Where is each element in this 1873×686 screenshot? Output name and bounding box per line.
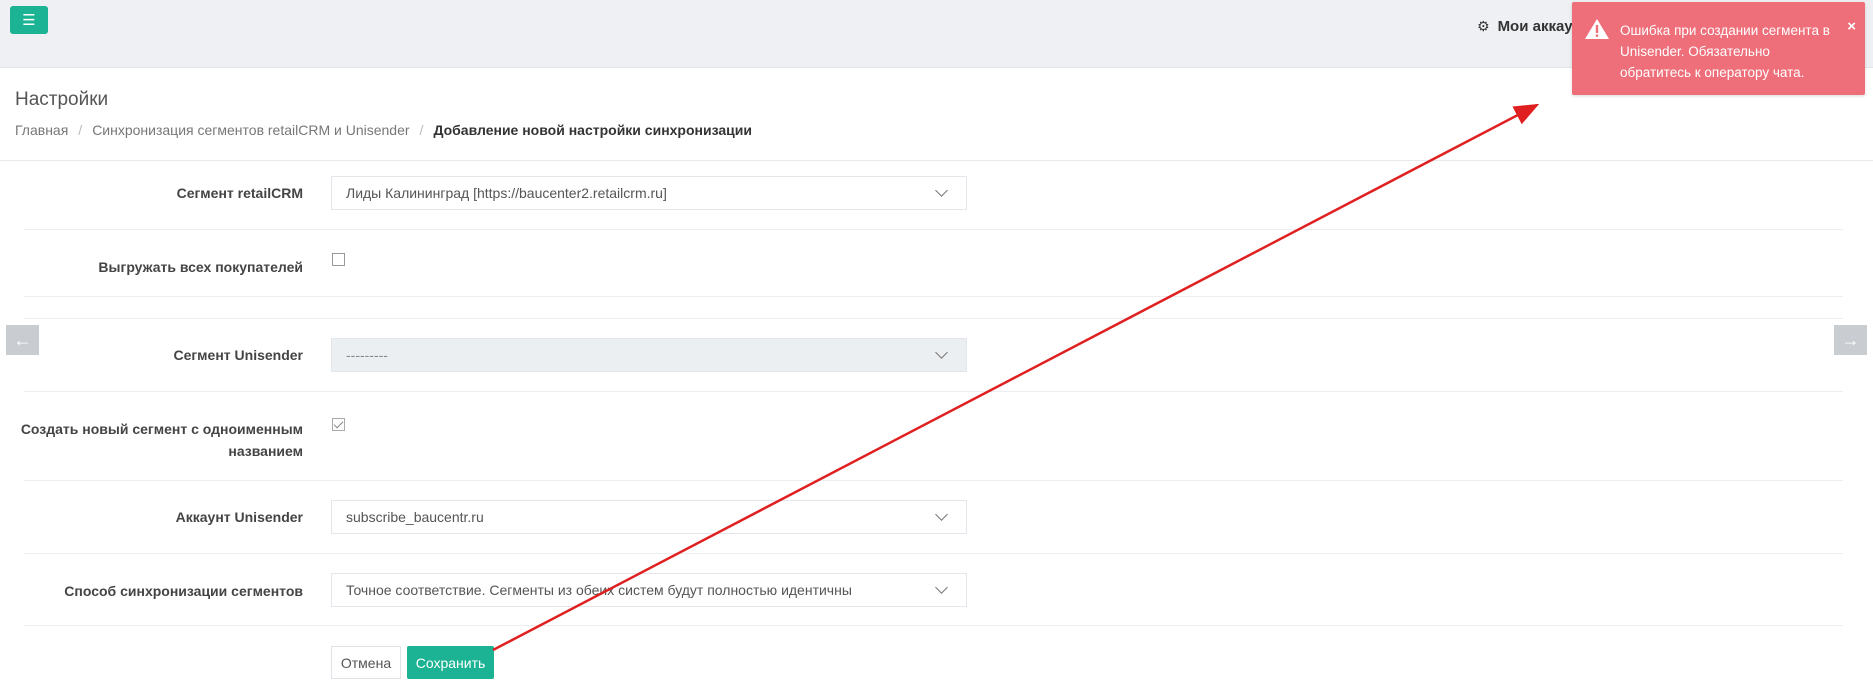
breadcrumb-home[interactable]: Главная xyxy=(15,122,68,138)
create-new-segment-checkbox[interactable] xyxy=(332,418,345,431)
gears-icon: ⚙ xyxy=(1477,18,1490,34)
account-unisender-value: subscribe_baucentr.ru xyxy=(346,509,484,525)
arrow-left-icon: ← xyxy=(13,329,32,350)
breadcrumb-separator: / xyxy=(419,122,424,138)
page-title: Настройки xyxy=(15,89,109,110)
create-new-segment-label-line1: Создать новый сегмент с одноименным xyxy=(20,421,303,437)
breadcrumb: Главная / Синхронизация сегментов retail… xyxy=(15,122,752,138)
error-toast: Ошибка при создании сегмента в Unisender… xyxy=(1572,2,1865,95)
segment-retailcrm-select[interactable]: Лиды Калининград [https://baucenter2.ret… xyxy=(331,176,967,210)
export-all-label: Выгружать всех покупателей xyxy=(98,259,303,275)
chevron-down-icon xyxy=(935,346,948,359)
segment-unisender-label: Сегмент Unisender xyxy=(173,347,303,363)
page: ☰ ⚙ Мои аккау Настройки Главная / Синхро… xyxy=(0,0,1873,686)
sync-mode-value: Точное соответствие. Сегменты из обеих с… xyxy=(346,582,852,598)
divider xyxy=(0,160,1873,161)
toast-message: Ошибка при создании сегмента в Unisender… xyxy=(1620,20,1840,83)
chevron-down-icon xyxy=(935,581,948,594)
divider xyxy=(24,553,1843,554)
prev-button[interactable]: ← xyxy=(6,325,39,355)
create-new-segment-label-line2: названием xyxy=(228,443,303,459)
segment-retailcrm-label: Сегмент retailCRM xyxy=(176,185,303,201)
divider xyxy=(24,625,1843,626)
account-unisender-select[interactable]: subscribe_baucentr.ru xyxy=(331,500,967,534)
segment-unisender-select[interactable]: --------- xyxy=(331,338,967,372)
divider xyxy=(24,296,1843,297)
segment-retailcrm-value: Лиды Калининград [https://baucenter2.ret… xyxy=(346,185,667,201)
toast-message-line: Unisender. Обязательно xyxy=(1620,44,1770,59)
divider xyxy=(24,480,1843,481)
menu-button[interactable]: ☰ xyxy=(10,6,48,34)
export-all-checkbox[interactable] xyxy=(332,253,345,266)
breadcrumb-current: Добавление новой настройки синхронизации xyxy=(433,122,752,138)
account-unisender-label: Аккаунт Unisender xyxy=(175,509,303,525)
hamburger-icon: ☰ xyxy=(22,12,36,29)
next-button[interactable]: → xyxy=(1834,325,1867,355)
accounts-label: Мои аккау xyxy=(1497,18,1573,35)
save-button[interactable]: Сохранить xyxy=(407,646,494,679)
breadcrumb-separator: / xyxy=(78,122,83,138)
create-new-segment-label: Создать новый сегмент с одноименным назв… xyxy=(21,418,303,462)
chevron-down-icon xyxy=(935,184,948,197)
sync-mode-label: Способ синхронизации сегментов xyxy=(64,583,303,599)
chevron-down-icon xyxy=(935,508,948,521)
divider xyxy=(24,318,1843,319)
sync-mode-select[interactable]: Точное соответствие. Сегменты из обеих с… xyxy=(331,573,967,607)
warning-icon xyxy=(1585,19,1609,39)
divider xyxy=(24,229,1843,230)
accounts-menu[interactable]: ⚙ Мои аккау xyxy=(1477,18,1573,35)
breadcrumb-sync[interactable]: Синхронизация сегментов retailCRM и Unis… xyxy=(92,122,409,138)
divider xyxy=(24,391,1843,392)
segment-unisender-value: --------- xyxy=(346,347,388,363)
close-icon[interactable]: × xyxy=(1847,18,1856,35)
toast-message-line: обратитесь к оператору чата. xyxy=(1620,65,1805,80)
toast-message-line: Ошибка при создании сегмента в xyxy=(1620,23,1830,38)
arrow-right-icon: → xyxy=(1841,329,1860,350)
cancel-button[interactable]: Отмена xyxy=(331,646,401,679)
